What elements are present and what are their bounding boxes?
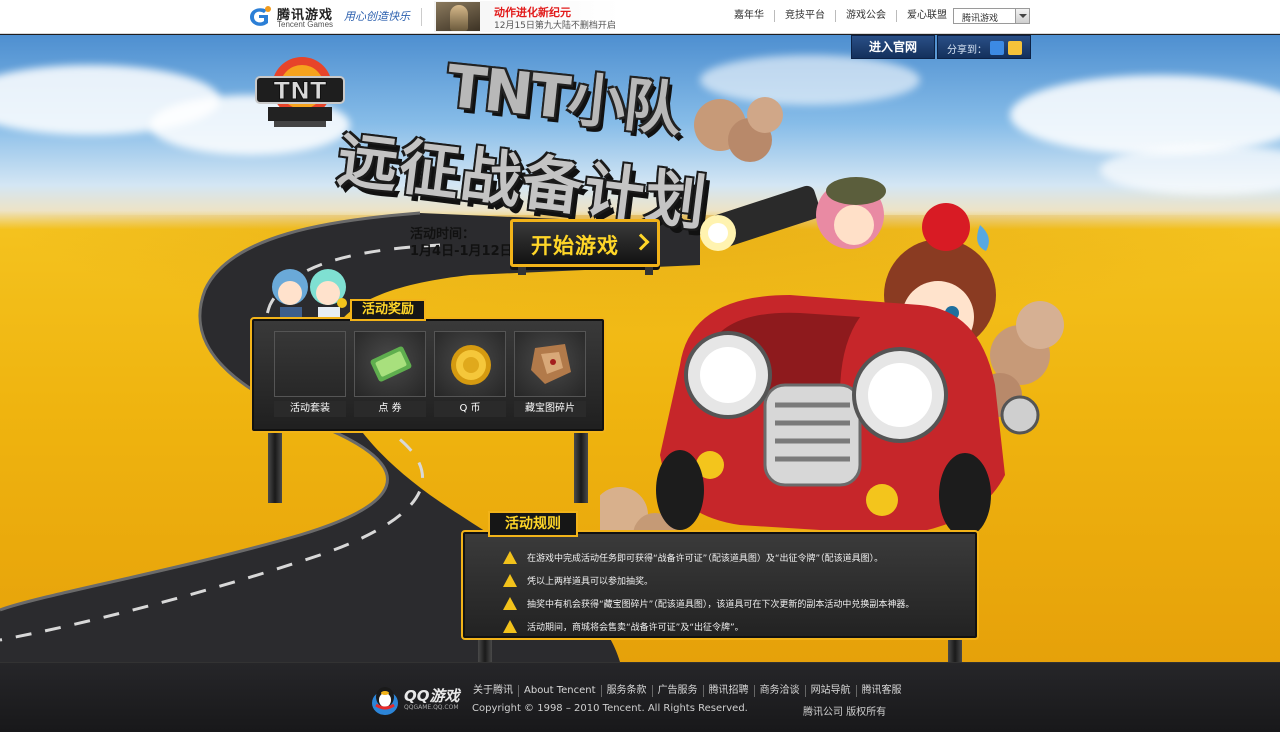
- outfit-icon: [274, 331, 346, 397]
- car-characters-illustration: [600, 97, 1064, 557]
- reward-item-points[interactable]: 点 券: [354, 331, 426, 417]
- rule-text: 活动期间，商城将会售卖“战备许可证”及“出征令牌”。: [527, 623, 744, 633]
- tencent-games-icon: [250, 6, 271, 26]
- rule-text: 抽奖中有机会获得“藏宝图碎片”（配该道具图），该道具可在下次更新的副本活动中兑换…: [527, 600, 915, 610]
- nav-link-competition[interactable]: 竞技平台: [774, 10, 835, 22]
- enter-official-site-button[interactable]: 进入官网: [851, 35, 935, 59]
- reward-label: 活动套装: [274, 401, 346, 417]
- share-bar: 分享到：: [937, 35, 1031, 59]
- footer-link-about[interactable]: 关于腾讯: [470, 685, 518, 697]
- weibo-share-icon[interactable]: [1008, 41, 1022, 55]
- divider: [421, 8, 422, 26]
- top-bar: 腾讯游戏 Tencent Games 用心创造快乐 动作进化新纪元 12月15日…: [0, 0, 1280, 34]
- brand-en: Tencent Games: [277, 20, 334, 29]
- reward-label: Q 币: [434, 401, 506, 417]
- points-voucher-icon: [354, 331, 426, 397]
- warning-icon: [503, 551, 517, 564]
- footer-link-ads[interactable]: 广告服务: [651, 685, 703, 697]
- rule-text: 凭以上两样道具可以参加抽奖。: [527, 577, 654, 587]
- activity-time-range: 1月4日-1月12日: [410, 244, 513, 259]
- warning-icon: [503, 620, 517, 633]
- rule-text: 在游戏中完成活动任务即可获得“战备许可证”（配该道具图）及“出征令牌”（配该道具…: [527, 554, 884, 564]
- hero-section: 进入官网 分享到： TNT TNT小队 远征战备计划 活动时间： 1月4日-1月…: [0, 35, 1280, 662]
- games-dropdown-value: 腾讯游戏: [962, 14, 999, 24]
- rights-text: 腾讯公司 版权所有: [803, 707, 887, 718]
- svg-text:TNT: TNT: [274, 77, 327, 105]
- sign-post: [948, 640, 962, 662]
- footer-link-sitemap[interactable]: 网站导航: [804, 685, 856, 697]
- games-dropdown[interactable]: 腾讯游戏: [953, 8, 1030, 24]
- rewards-panel: 活动套装 点 券 Q 币 藏宝图碎片: [250, 317, 606, 433]
- sign-post: [478, 640, 492, 662]
- soldier-icon: [450, 5, 468, 31]
- footer-link-jobs[interactable]: 腾讯招聘: [702, 685, 754, 697]
- footer: QQ游戏 QQGAME.QQ.COM 关于腾讯 About Tencent 服务…: [0, 662, 1280, 732]
- reward-item-treasure-map[interactable]: 藏宝图碎片: [514, 331, 586, 417]
- rewards-title: 活动奖励: [350, 299, 426, 321]
- brand-slogan: 用心创造快乐: [344, 10, 410, 23]
- footer-links: 关于腾讯 About Tencent 服务条款 广告服务 腾讯招聘 商务洽谈 网…: [470, 685, 907, 697]
- qq-penguin-icon: [372, 687, 398, 715]
- chevron-down-icon: [1015, 9, 1029, 23]
- qq-game-url: QQGAME.QQ.COM: [404, 704, 459, 711]
- footer-link-support[interactable]: 腾讯客服: [855, 685, 907, 697]
- treasure-map-icon: [514, 331, 586, 397]
- qq-game-name: QQ游戏: [404, 687, 460, 705]
- rules-panel: 在游戏中完成活动任务即可获得“战备许可证”（配该道具图）及“出征令牌”（配该道具…: [461, 530, 979, 640]
- qq-game-logo[interactable]: QQ游戏 QQGAME.QQ.COM: [368, 683, 460, 717]
- reward-item-outfit[interactable]: 活动套装: [274, 331, 346, 417]
- nav-link-guild[interactable]: 游戏公会: [835, 10, 896, 22]
- promo-banner[interactable]: 动作进化新纪元 12月15日第九大陆不删档开启: [434, 1, 620, 32]
- warning-icon: [503, 597, 517, 610]
- copyright-text: Copyright © 1998 – 2010 Tencent. All Rig…: [472, 703, 748, 714]
- top-nav: 嘉年华 竞技平台 游戏公会 爱心联盟: [724, 10, 957, 22]
- share-label: 分享到：: [947, 45, 987, 56]
- nav-link-carnival[interactable]: 嘉年华: [724, 10, 774, 22]
- promo-thumbnail: [436, 2, 480, 31]
- sign-post: [268, 433, 282, 503]
- tencent-games-logo[interactable]: 腾讯游戏 Tencent Games: [247, 3, 339, 31]
- sign-post: [518, 267, 526, 275]
- warning-icon: [503, 574, 517, 587]
- rules-title: 活动规则: [488, 511, 578, 537]
- reward-label: 点 券: [354, 401, 426, 417]
- sign-post: [574, 433, 588, 503]
- footer-link-about-en[interactable]: About Tencent: [518, 685, 601, 697]
- nav-link-charity[interactable]: 爱心联盟: [896, 10, 957, 22]
- qzone-share-icon[interactable]: [990, 41, 1004, 55]
- tnt-game-logo[interactable]: TNT: [252, 53, 348, 133]
- reward-item-qcoin[interactable]: Q 币: [434, 331, 506, 417]
- q-coin-icon: [434, 331, 506, 397]
- footer-link-terms[interactable]: 服务条款: [600, 685, 652, 697]
- promo-subtitle: 12月15日第九大陆不删档开启: [494, 21, 616, 31]
- reward-label: 藏宝图碎片: [514, 401, 586, 417]
- footer-link-business[interactable]: 商务洽谈: [753, 685, 805, 697]
